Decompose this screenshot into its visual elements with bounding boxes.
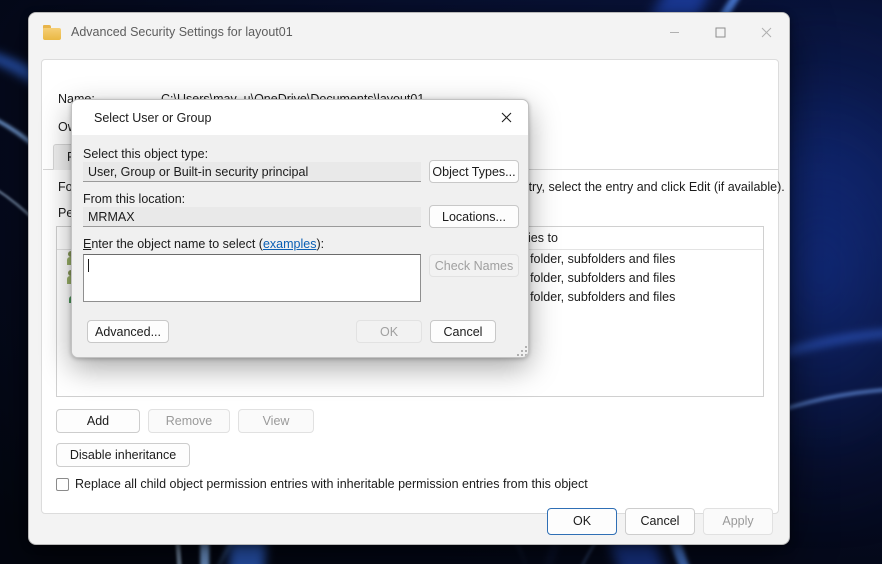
- text-caret: [88, 259, 89, 272]
- minimize-button[interactable]: [651, 13, 697, 51]
- add-button[interactable]: Add: [56, 409, 140, 433]
- replace-permissions-checkbox[interactable]: [56, 477, 69, 491]
- row-applies-to: This folder, subfolders and files: [503, 252, 676, 266]
- dialog-title: Select User or Group: [94, 110, 212, 125]
- dialog-body: Select this object type: User, Group or …: [72, 135, 528, 357]
- cancel-button[interactable]: Cancel: [625, 507, 695, 535]
- object-name-label-text: nter the object name to select (: [91, 237, 263, 251]
- object-name-label: Enter the object name to select (example…: [83, 237, 324, 251]
- replace-permissions-label: Replace all child object permission entr…: [75, 477, 588, 491]
- location-label: From this location:: [83, 192, 186, 206]
- replace-permissions-row[interactable]: Replace all child object permission entr…: [56, 477, 588, 491]
- resize-grip[interactable]: [516, 345, 527, 356]
- advanced-button[interactable]: Advanced...: [87, 320, 169, 343]
- view-button: View: [238, 409, 314, 433]
- dialog-ok-button: OK: [356, 320, 422, 343]
- object-type-label: Select this object type:: [83, 147, 209, 161]
- close-button[interactable]: [743, 13, 789, 51]
- ok-button[interactable]: OK: [547, 507, 617, 535]
- window-title: Advanced Security Settings for layout01: [71, 25, 293, 39]
- column-header-applies-to[interactable]: Applies to: [497, 227, 737, 250]
- check-names-button: Check Names: [429, 254, 519, 277]
- disable-inheritance-button[interactable]: Disable inheritance: [56, 443, 190, 467]
- row-applies-to: This folder, subfolders and files: [503, 271, 676, 285]
- row-applies-to: This folder, subfolders and files: [503, 290, 676, 304]
- object-name-input[interactable]: [83, 254, 421, 302]
- dialog-cancel-button[interactable]: Cancel: [430, 320, 496, 343]
- location-field: MRMAX: [83, 207, 421, 227]
- select-user-or-group-dialog: Select User or Group Select this object …: [71, 99, 529, 358]
- maximize-button[interactable]: [697, 13, 743, 51]
- window-controls: [651, 13, 789, 51]
- window-footer: OK Cancel Apply: [29, 498, 789, 544]
- object-type-field: User, Group or Built-in security princip…: [83, 162, 421, 182]
- apply-button: Apply: [703, 507, 773, 535]
- object-types-button[interactable]: Object Types...: [429, 160, 519, 183]
- window-titlebar[interactable]: Advanced Security Settings for layout01: [29, 13, 789, 51]
- locations-button[interactable]: Locations...: [429, 205, 519, 228]
- examples-link[interactable]: examples: [263, 237, 317, 251]
- object-name-label-suffix: ):: [316, 237, 325, 251]
- close-icon[interactable]: [484, 100, 528, 135]
- remove-button: Remove: [148, 409, 230, 433]
- dialog-titlebar[interactable]: Select User or Group: [72, 100, 528, 135]
- folder-icon: [43, 24, 61, 40]
